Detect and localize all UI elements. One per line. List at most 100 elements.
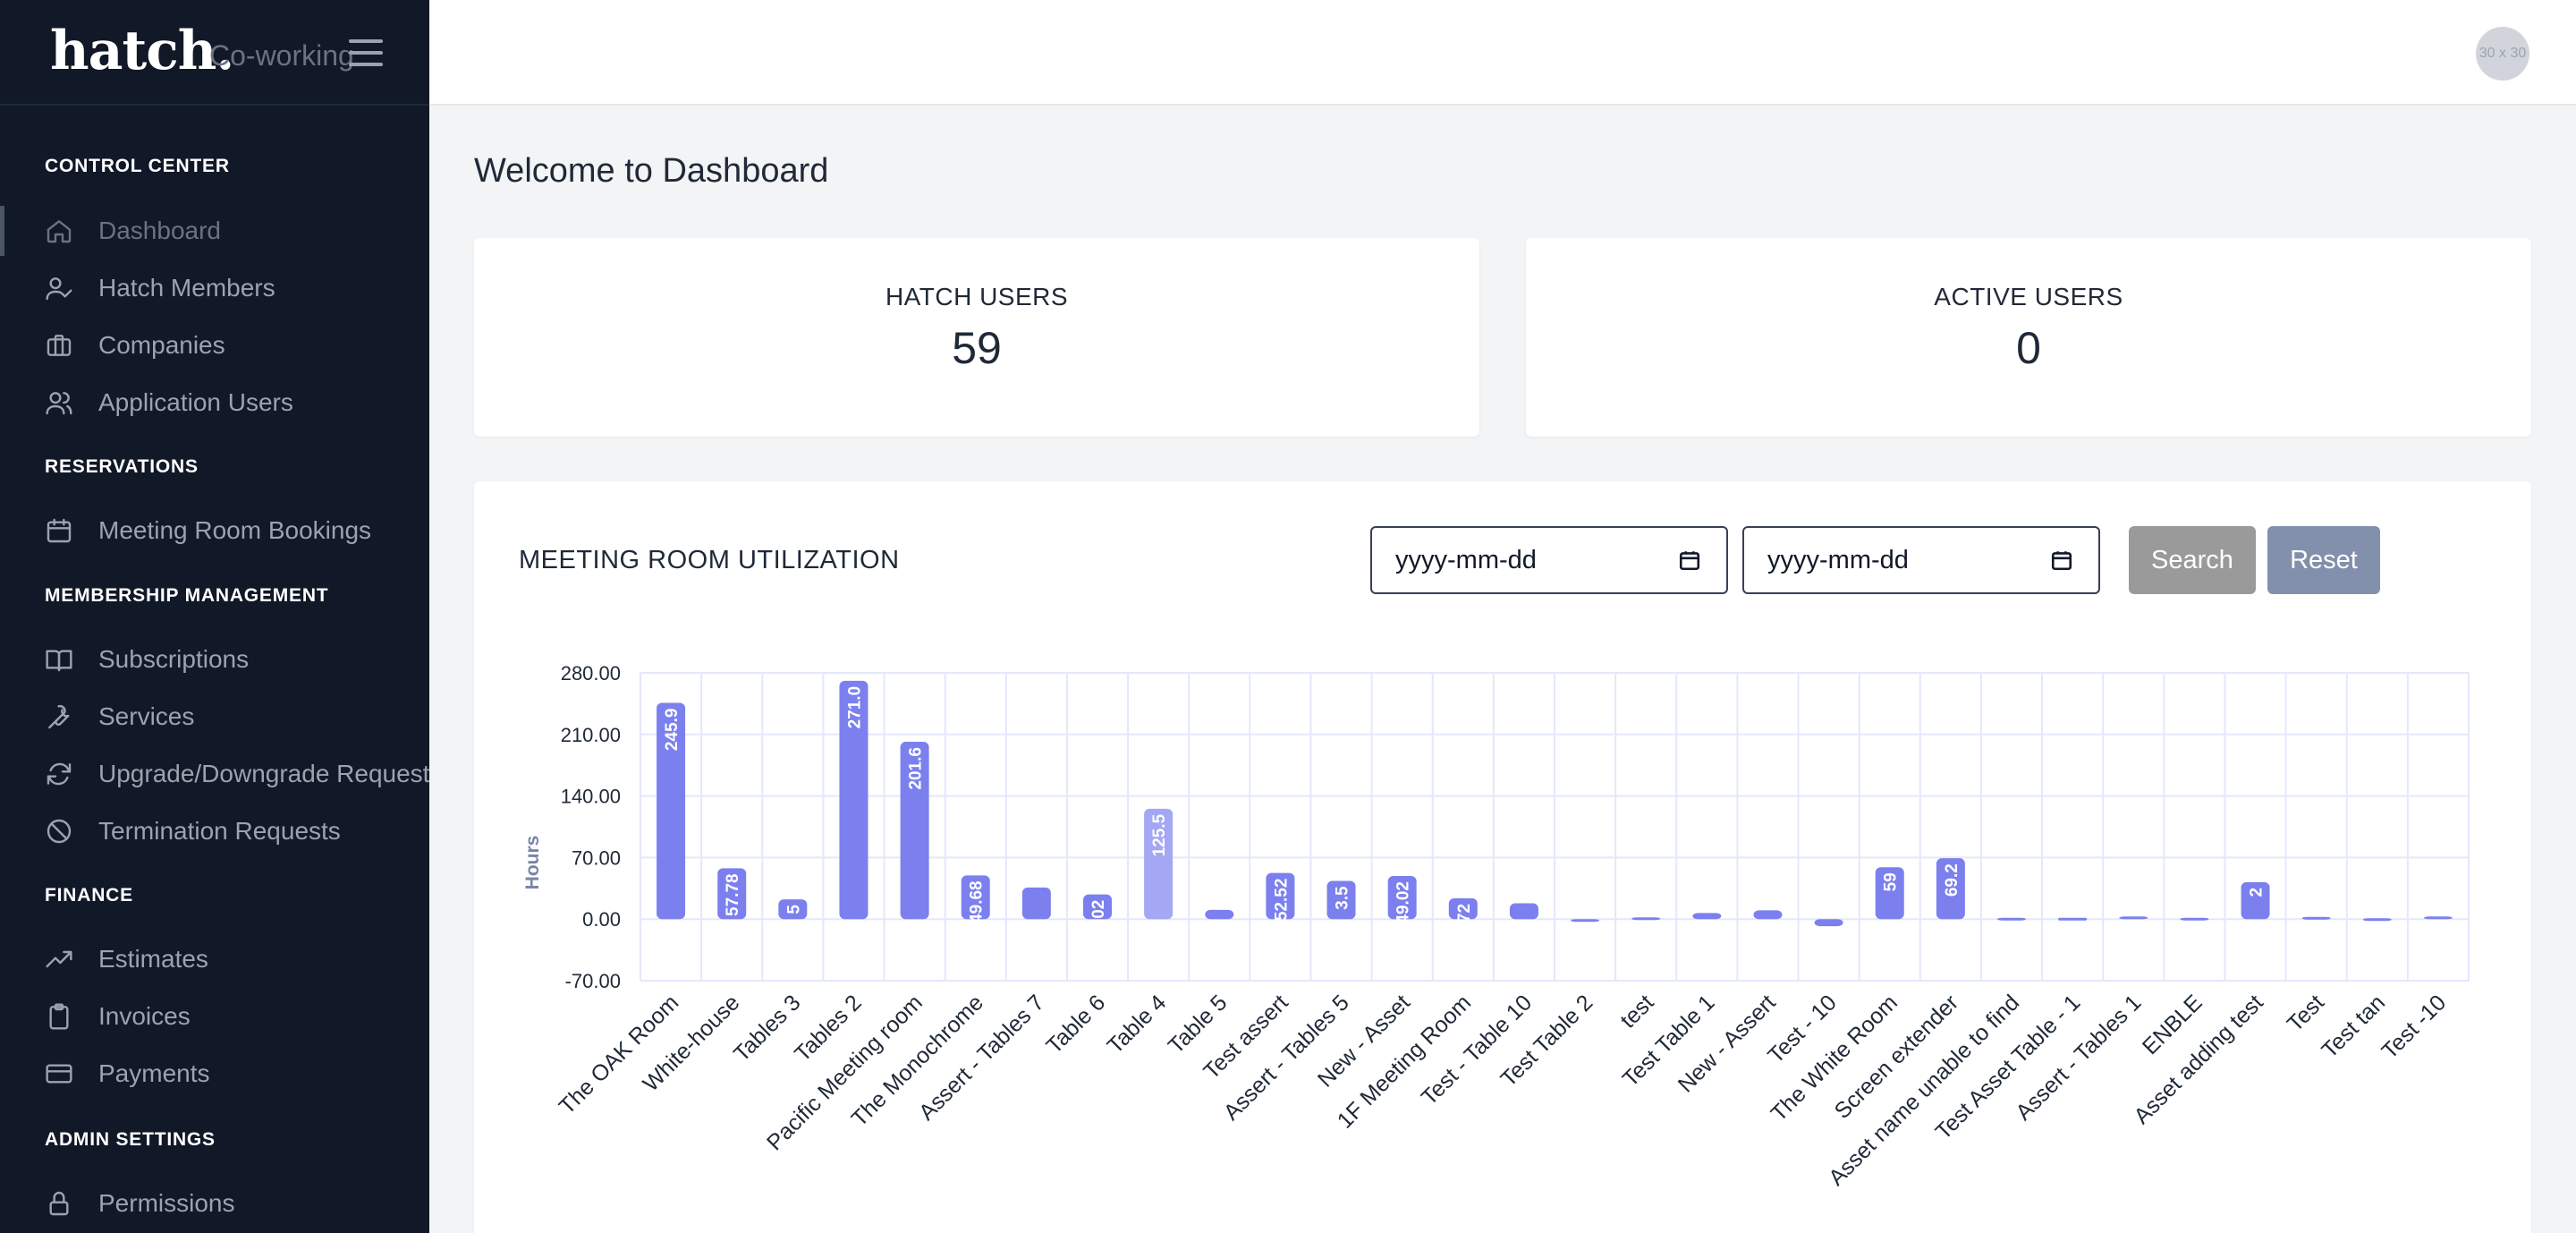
bar xyxy=(1021,887,1051,920)
x-tick-label: Test -10 xyxy=(2377,990,2451,1064)
sidebar-item-services[interactable]: Services xyxy=(0,692,429,742)
brand-subtitle: Co-working xyxy=(209,39,354,72)
bar xyxy=(1509,903,1538,920)
chart-title: MEETING ROOM UTILIZATION xyxy=(519,546,900,574)
x-tick-label: test xyxy=(1615,990,1658,1033)
date-from-input[interactable]: yyyy-mm-dd xyxy=(1370,526,1728,594)
bar-data-label: 59 xyxy=(1882,872,1901,891)
sidebar-item-label: Subscriptions xyxy=(98,645,250,673)
hatch-users-card: HATCH USERS 59 xyxy=(474,238,1479,437)
bar-data-label: 5 xyxy=(784,905,803,914)
sidebar-item-label: Upgrade/Downgrade Request xyxy=(98,760,429,787)
nav-section-title: FINANCE xyxy=(45,885,133,906)
bar xyxy=(1631,917,1661,921)
calendar-icon xyxy=(45,516,73,545)
calendar-icon[interactable] xyxy=(1678,548,1701,572)
top-bar: 30 x 30 xyxy=(429,0,2576,106)
sidebar-item-label: Application Users xyxy=(98,388,293,416)
hatch-logo[interactable]: hatch. xyxy=(50,20,234,82)
sidebar-item-label: Services xyxy=(98,702,195,730)
sidebar-item-label: Hatch Members xyxy=(98,274,275,302)
date-from-placeholder: yyyy-mm-dd xyxy=(1395,545,1537,574)
calendar-icon[interactable] xyxy=(2050,548,2073,572)
sidebar-item-label: Dashboard xyxy=(98,217,221,244)
bar-data-label: 72 xyxy=(1455,904,1474,923)
bar-data-label: 125.5 xyxy=(1150,813,1169,856)
bar xyxy=(2301,916,2331,920)
bar xyxy=(2423,916,2453,920)
ban-icon xyxy=(45,817,73,846)
sidebar-item-upgrade-downgrade-request[interactable]: Upgrade/Downgrade Request xyxy=(0,749,429,799)
trending-up-icon xyxy=(45,945,73,974)
bar-data-label: 57.78 xyxy=(724,873,742,916)
home-icon xyxy=(45,217,73,245)
date-to-placeholder: yyyy-mm-dd xyxy=(1767,545,1909,574)
lock-icon xyxy=(45,1189,73,1218)
stat-value: 59 xyxy=(952,323,1002,373)
active-users-card: ACTIVE USERS 0 xyxy=(1526,238,2531,437)
x-tick-label: Table 6 xyxy=(1041,990,1110,1059)
date-to-input[interactable]: yyyy-mm-dd xyxy=(1742,526,2100,594)
sidebar-item-invoices[interactable]: Invoices xyxy=(0,991,429,1042)
brand-header: hatch. Co-working xyxy=(0,0,429,106)
y-tick-label: 280.00 xyxy=(561,662,621,685)
sidebar-item-permissions[interactable]: Permissions xyxy=(0,1178,429,1229)
bar-data-label: 69.2 xyxy=(1943,863,1962,897)
y-tick-label: 70.00 xyxy=(572,846,621,869)
sidebar-item-estimates[interactable]: Estimates xyxy=(0,934,429,984)
sidebar-item-label: Termination Requests xyxy=(98,817,341,845)
bar xyxy=(1571,919,1600,923)
sidebar-item-label: Invoices xyxy=(98,1002,191,1030)
sidebar-item-dashboard[interactable]: Dashboard xyxy=(0,206,429,256)
bar-data-label: 271.0 xyxy=(845,686,864,729)
x-tick-label: Test tan xyxy=(2317,990,2390,1063)
menu-toggle-icon[interactable] xyxy=(349,39,383,66)
search-button[interactable]: Search xyxy=(2129,526,2256,594)
bar-data-label: 49.02 xyxy=(1394,881,1413,924)
bar-data-label: 52.52 xyxy=(1272,879,1291,922)
stat-value: 0 xyxy=(2016,323,2041,373)
nav-section-title: ADMIN SETTINGS xyxy=(45,1129,216,1150)
bar xyxy=(1997,917,2026,921)
sidebar-item-label: Meeting Room Bookings xyxy=(98,516,372,544)
sidebar-item-payments[interactable]: Payments xyxy=(0,1049,429,1099)
bar-data-label: 245.9 xyxy=(663,709,682,752)
sidebar: hatch. Co-working CONTROL CENTER Dashboar… xyxy=(0,0,429,1233)
sidebar-item-termination-requests[interactable]: Termination Requests xyxy=(0,806,429,856)
sidebar-item-application-users[interactable]: Application Users xyxy=(0,378,429,428)
x-tick-label: Test xyxy=(2283,990,2329,1036)
utilization-bar-chart: 280.00210.00140.0070.000.00-70.00Hours24… xyxy=(522,662,2470,1191)
wrench-icon xyxy=(45,702,73,731)
bar-data-label: 49.68 xyxy=(968,880,987,923)
bar-data-label: 02 xyxy=(1089,900,1108,919)
sidebar-item-companies[interactable]: Companies xyxy=(0,320,429,370)
y-tick-label: 210.00 xyxy=(561,724,621,746)
bar xyxy=(1692,913,1722,920)
y-tick-label: -70.00 xyxy=(565,970,621,992)
clipboard-icon xyxy=(45,1002,73,1031)
bar-data-label: 2 xyxy=(2248,888,2267,897)
nav-section-title: MEMBERSHIP MANAGEMENT xyxy=(45,585,329,606)
y-tick-label: 140.00 xyxy=(561,786,621,808)
bar xyxy=(1753,910,1783,920)
stat-label: HATCH USERS xyxy=(885,283,1069,310)
book-open-icon xyxy=(45,645,73,674)
users-icon xyxy=(45,388,73,417)
sidebar-item-subscriptions[interactable]: Subscriptions xyxy=(0,634,429,685)
sidebar-item-label: Companies xyxy=(98,331,225,359)
avatar[interactable]: 30 x 30 xyxy=(2476,27,2529,81)
bar xyxy=(2119,916,2148,920)
x-tick-label: Tables 3 xyxy=(729,990,806,1067)
bar xyxy=(1814,919,1843,927)
sidebar-item-hatch-members[interactable]: Hatch Members xyxy=(0,263,429,313)
refresh-icon xyxy=(45,760,73,788)
y-tick-label: 0.00 xyxy=(582,908,621,931)
nav-section-title: RESERVATIONS xyxy=(45,456,199,477)
page-title: Welcome to Dashboard xyxy=(474,152,829,190)
sidebar-item-label: Permissions xyxy=(98,1189,235,1217)
sidebar-item-label: Payments xyxy=(98,1059,210,1087)
bar xyxy=(2180,917,2209,921)
sidebar-item-meeting-room-bookings[interactable]: Meeting Room Bookings xyxy=(0,506,429,556)
briefcase-icon xyxy=(45,331,73,360)
reset-button[interactable]: Reset xyxy=(2267,526,2380,594)
